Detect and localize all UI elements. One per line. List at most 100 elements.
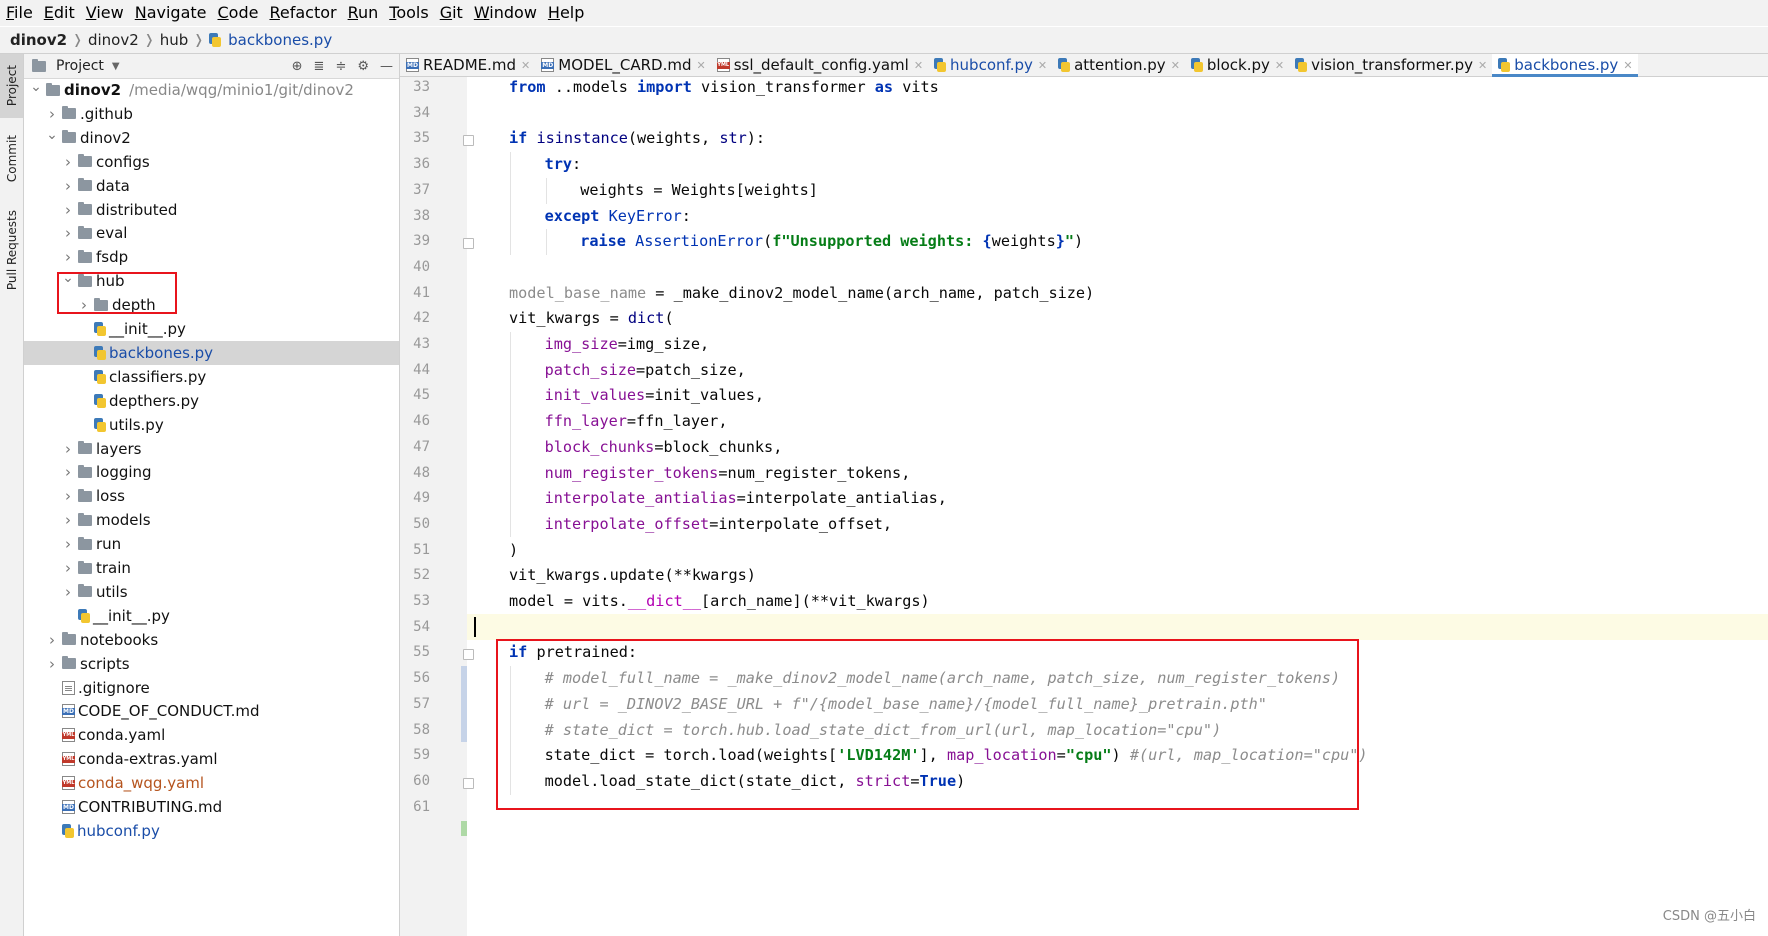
tree-folder-fsdp[interactable]: › fsdp <box>24 245 399 269</box>
menu-file[interactable]: File <box>0 0 38 26</box>
chevron-down-icon[interactable]: ▼ <box>112 61 120 72</box>
fold-toggle-icon[interactable] <box>463 135 474 147</box>
editor-tab-model-card-md[interactable]: MODEL_CARD.md ✕ <box>535 54 710 76</box>
code-line[interactable]: raise AssertionError(f"Unsupported weigh… <box>580 229 1083 255</box>
tree-file-code-of-conduct-md[interactable]: ›CODE_OF_CONDUCT.md <box>24 699 399 723</box>
tree-folder-utils[interactable]: › utils <box>24 580 399 604</box>
menu-view[interactable]: View <box>80 0 129 26</box>
tree-file-conda-wqg-yaml[interactable]: ›conda_wqg.yaml <box>24 771 399 795</box>
code-line[interactable]: init_values=init_values, <box>545 383 764 409</box>
chevron-right-icon[interactable]: › <box>62 511 74 529</box>
tree-folder-notebooks[interactable]: › notebooks <box>24 628 399 652</box>
tree-folder--github[interactable]: › .github <box>24 102 399 126</box>
fold-toggle-icon[interactable] <box>463 777 474 789</box>
code-line[interactable]: # model_full_name = _make_dinov2_model_n… <box>545 666 1341 692</box>
code-line[interactable]: try: <box>545 152 582 178</box>
editor-tab-readme-md[interactable]: README.md ✕ <box>400 54 535 76</box>
tree-file-classifiers-py[interactable]: ›classifiers.py <box>24 365 399 389</box>
code-line[interactable]: block_chunks=block_chunks, <box>545 435 783 461</box>
expand-all-icon[interactable]: ≣ <box>314 59 325 74</box>
code-line[interactable]: model = vits.__dict__[arch_name](**vit_k… <box>509 589 930 615</box>
chevron-right-icon[interactable]: › <box>78 296 90 314</box>
editor-tab-vision-transformer-py[interactable]: vision_transformer.py ✕ <box>1289 54 1492 76</box>
tree-folder-logging[interactable]: › logging <box>24 460 399 484</box>
chevron-right-icon[interactable]: › <box>62 583 74 601</box>
code-line[interactable]: if pretrained: <box>509 640 637 666</box>
tool-tab-pull-requests[interactable]: Pull Requests <box>0 200 23 300</box>
code-line[interactable]: # url = _DINOV2_BASE_URL + f"/{model_bas… <box>545 692 1267 718</box>
tree-file-hubconf-py[interactable]: ›hubconf.py <box>24 819 399 843</box>
chevron-right-icon[interactable]: › <box>62 535 74 553</box>
editor-tab-block-py[interactable]: block.py ✕ <box>1185 54 1289 76</box>
menu-git[interactable]: Git <box>434 0 468 26</box>
tree-folder-hub[interactable]: ⌄ hub <box>24 269 399 293</box>
menu-run[interactable]: Run <box>342 0 384 26</box>
vcs-added-marker[interactable] <box>461 821 467 836</box>
tree-folder-dinov2[interactable]: ⌄ dinov2 <box>24 126 399 150</box>
tree-folder-loss[interactable]: › loss <box>24 484 399 508</box>
close-icon[interactable]: ✕ <box>914 59 923 72</box>
code-line[interactable]: interpolate_offset=interpolate_offset, <box>545 512 892 538</box>
code-line[interactable]: vit_kwargs = dict( <box>509 306 674 332</box>
menu-edit[interactable]: Edit <box>38 0 80 26</box>
code-line[interactable]: ) <box>509 538 518 564</box>
close-icon[interactable]: ✕ <box>1275 59 1284 72</box>
chevron-right-icon[interactable]: › <box>62 177 74 195</box>
chevron-right-icon[interactable]: › <box>46 655 58 673</box>
chevron-right-icon[interactable]: › <box>46 105 58 123</box>
code-line[interactable]: ffn_layer=ffn_layer, <box>545 409 728 435</box>
editor-tab-ssl-default-config-yaml[interactable]: ssl_default_config.yaml ✕ <box>711 54 928 76</box>
chevron-down-icon[interactable]: ⌄ <box>30 79 42 95</box>
breadcrumb-file[interactable]: backbones.py <box>209 31 332 49</box>
tree-folder-distributed[interactable]: › distributed <box>24 198 399 222</box>
tree-folder-models[interactable]: › models <box>24 508 399 532</box>
menu-tools[interactable]: Tools <box>383 0 433 26</box>
vcs-modified-marker[interactable] <box>461 666 467 742</box>
tree-file-utils-py[interactable]: ›utils.py <box>24 413 399 437</box>
chevron-right-icon[interactable]: › <box>62 248 74 266</box>
gear-icon[interactable]: ⚙ <box>357 59 369 74</box>
tool-tab-commit[interactable]: Commit <box>0 124 23 194</box>
code-line[interactable]: from ..models import vision_transformer … <box>509 75 939 101</box>
close-icon[interactable]: ✕ <box>1038 59 1047 72</box>
menu-refactor[interactable]: Refactor <box>263 0 341 26</box>
chevron-right-icon[interactable]: › <box>62 463 74 481</box>
fold-toggle-icon[interactable] <box>463 238 474 250</box>
close-icon[interactable]: ✕ <box>697 59 706 72</box>
project-panel-title[interactable]: Project <box>56 58 104 74</box>
tree-folder-scripts[interactable]: › scripts <box>24 652 399 676</box>
menu-code[interactable]: Code <box>212 0 264 26</box>
menu-help[interactable]: Help <box>542 0 589 26</box>
close-icon[interactable]: ✕ <box>1623 59 1632 72</box>
chevron-right-icon[interactable]: › <box>62 559 74 577</box>
editor-tab-backbones-py[interactable]: backbones.py ✕ <box>1492 54 1638 77</box>
code-line[interactable]: weights = Weights[weights] <box>580 178 818 204</box>
tree-folder-eval[interactable]: › eval <box>24 221 399 245</box>
code-line[interactable]: vit_kwargs.update(**kwargs) <box>509 563 756 589</box>
tree-file-backbones-py[interactable]: ›backbones.py <box>24 340 399 365</box>
close-icon[interactable]: ✕ <box>1478 59 1487 72</box>
close-icon[interactable]: ✕ <box>1171 59 1180 72</box>
minimize-icon[interactable]: — <box>380 59 393 74</box>
chevron-right-icon[interactable]: › <box>46 631 58 649</box>
tree-folder-configs[interactable]: › configs <box>24 150 399 174</box>
tree-file-conda-yaml[interactable]: ›conda.yaml <box>24 723 399 747</box>
code-line[interactable]: model_base_name = _make_dinov2_model_nam… <box>509 281 1094 307</box>
tool-tab-project[interactable]: Project <box>0 54 23 118</box>
fold-toggle-icon[interactable] <box>463 649 474 661</box>
tree-folder-depth[interactable]: › depth <box>24 293 399 317</box>
tree-folder-run[interactable]: › run <box>24 532 399 556</box>
tree-folder-data[interactable]: › data <box>24 174 399 198</box>
code-line[interactable]: num_register_tokens=num_register_tokens, <box>545 461 911 487</box>
breadcrumb-package[interactable]: dinov2 <box>88 31 139 49</box>
tree-file-depthers-py[interactable]: ›depthers.py <box>24 389 399 413</box>
chevron-down-icon[interactable]: ⌄ <box>46 127 58 143</box>
menu-navigate[interactable]: Navigate <box>129 0 212 26</box>
tree-file-contributing-md[interactable]: ›CONTRIBUTING.md <box>24 795 399 819</box>
tree-folder-dinov2[interactable]: ⌄ dinov2/media/wqg/minio1/git/dinov2 <box>24 78 399 102</box>
code-line[interactable]: img_size=img_size, <box>545 332 710 358</box>
chevron-right-icon[interactable]: › <box>62 153 74 171</box>
locate-file-icon[interactable]: ⊕ <box>292 59 303 74</box>
tree-file--init-py[interactable]: ›__init__.py <box>24 604 399 628</box>
chevron-right-icon[interactable]: › <box>62 440 74 458</box>
